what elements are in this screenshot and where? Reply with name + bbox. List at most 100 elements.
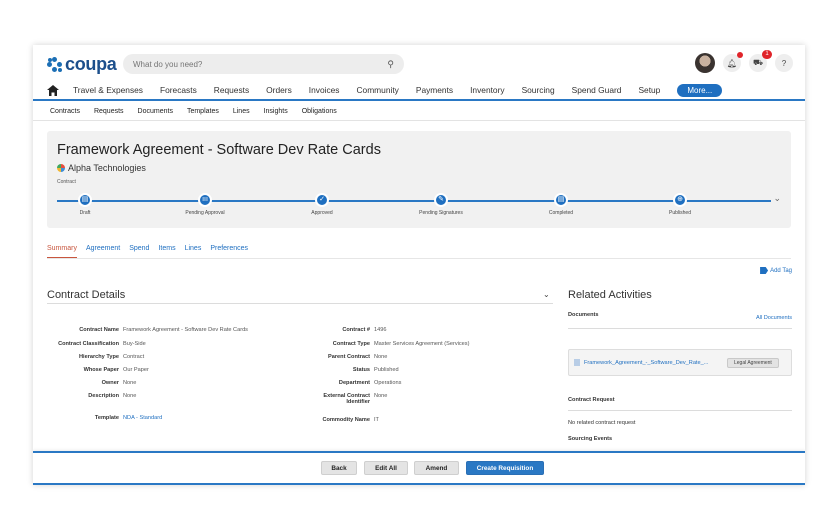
record-type: Contract <box>57 179 76 185</box>
status-step-approved: ✓ Approved <box>277 193 367 216</box>
status-step-label: Approved <box>311 210 333 216</box>
subnav-item-contracts[interactable]: Contracts <box>50 108 80 115</box>
document-card: Framework_Agreement_-_Software_Dev_Rate_… <box>568 349 792 376</box>
create-requisition-button[interactable]: Create Requisition <box>466 461 544 475</box>
home-icon[interactable] <box>47 84 59 96</box>
field-label: Whose Paper <box>83 367 119 373</box>
nav-item-orders[interactable]: Orders <box>266 85 292 95</box>
field-contract-classification: Contract Classification Buy-Side <box>47 341 146 347</box>
nav-item-invoices[interactable]: Invoices <box>309 85 340 95</box>
top-right-controls: 🔔︎ ⛟ 1 ? <box>695 50 793 73</box>
field-external-contract: External Contract Identifier None <box>310 393 387 405</box>
action-footer: Back Edit All Amend Create Requisition <box>33 451 805 485</box>
search-input[interactable] <box>133 59 388 69</box>
tab-preferences[interactable]: Preferences <box>210 245 248 258</box>
check-icon: ✓ <box>315 193 329 207</box>
nav-item-payments[interactable]: Payments <box>416 85 453 95</box>
subnav-item-requests[interactable]: Requests <box>94 108 124 115</box>
nav-item-sourcing[interactable]: Sourcing <box>522 85 555 95</box>
field-description: Description None <box>47 393 136 399</box>
help-icon: ? <box>781 58 787 68</box>
pen-icon: ✎ <box>434 193 448 207</box>
tab-items[interactable]: Items <box>158 245 175 258</box>
field-label: Contract Type <box>332 341 370 347</box>
coupa-logo[interactable]: coupa <box>47 54 117 75</box>
status-step-draft: ▤ Draft <box>40 193 130 216</box>
tab-agreement[interactable]: Agreement <box>86 245 120 258</box>
subnav-item-insights[interactable]: Insights <box>264 108 288 115</box>
nav-item-community[interactable]: Community <box>357 85 399 95</box>
subnav-item-templates[interactable]: Templates <box>187 108 219 115</box>
top-bar: coupa ⚲ 🔔︎ ⛟ 1 ? <box>33 45 805 81</box>
edit-all-button[interactable]: Edit All <box>364 461 408 475</box>
chevron-down-icon[interactable]: ⌄ <box>543 290 550 299</box>
field-value: None <box>123 380 137 386</box>
field-label: Contract # <box>342 327 370 333</box>
status-step-label: Draft <box>79 210 91 216</box>
field-contract-name: Contract Name Framework Agreement - Softw… <box>47 327 248 333</box>
field-label: Status <box>352 367 370 373</box>
divider <box>568 410 792 411</box>
related-activities-title: Related Activities <box>568 289 652 301</box>
chevron-down-icon[interactable]: ⌄ <box>773 193 781 204</box>
add-tag-button[interactable]: Add Tag <box>760 267 792 274</box>
app-window: coupa ⚲ 🔔︎ ⛟ 1 ? Travel & Expenses Foreca… <box>33 45 805 485</box>
help-button[interactable]: ? <box>775 54 793 72</box>
subnav-item-obligations[interactable]: Obligations <box>302 108 337 115</box>
field-value: Published <box>374 367 399 373</box>
main-nav: Travel & Expenses Forecasts Requests Orders… <box>33 81 805 101</box>
footer-accent <box>33 483 805 485</box>
nav-item-setup[interactable]: Setup <box>638 85 660 95</box>
tab-spend[interactable]: Spend <box>129 245 149 258</box>
field-label: Description <box>88 393 119 399</box>
nav-item-inventory[interactable]: Inventory <box>470 85 504 95</box>
cart-button[interactable]: ⛟ 1 <box>749 50 772 72</box>
field-label: Department <box>338 380 370 386</box>
document-icon: ▤ <box>554 193 568 207</box>
back-button[interactable]: Back <box>321 461 357 475</box>
search-icon[interactable]: ⚲ <box>387 59 394 70</box>
all-documents-link[interactable]: All Documents <box>756 315 792 321</box>
field-value: None <box>374 354 388 360</box>
field-value: IT <box>374 417 379 423</box>
supplier-label: Alpha Technologies <box>68 163 146 173</box>
amend-button[interactable]: Amend <box>414 461 459 475</box>
field-value: Our Paper <box>123 367 149 373</box>
nav-item-forecasts[interactable]: Forecasts <box>160 85 197 95</box>
subnav-item-documents[interactable]: Documents <box>138 108 173 115</box>
users-icon: ııı <box>198 193 212 207</box>
document-icon: ▤ <box>78 193 92 207</box>
record-tabs: Summary Agreement Spend Items Lines Preferenc… <box>47 245 791 259</box>
tab-summary[interactable]: Summary <box>47 245 77 258</box>
nav-item-requests[interactable]: Requests <box>214 85 249 95</box>
nav-item-spend-guard[interactable]: Spend Guard <box>572 85 622 95</box>
status-step-pending-signatures: ✎ Pending Signatures <box>396 193 486 216</box>
status-step-completed: ▤ Completed <box>516 193 606 216</box>
field-value: None <box>374 393 388 399</box>
contract-details-title: Contract Details <box>47 289 126 301</box>
document-link[interactable]: Framework_Agreement_-_Software_Dev_Rate_… <box>584 360 724 366</box>
field-parent-contract: Parent Contract None <box>310 354 387 360</box>
supplier-name[interactable]: Alpha Technologies <box>57 163 146 173</box>
field-value: Master Services Agreement (Services) <box>374 341 470 347</box>
field-label: Contract Classification <box>58 341 119 347</box>
field-value: Framework Agreement - Software Dev Rate … <box>123 327 248 333</box>
contract-request-heading: Contract Request <box>568 397 615 403</box>
subnav-item-lines[interactable]: Lines <box>233 108 250 115</box>
main-nav-items: Travel & Expenses Forecasts Requests Orders… <box>73 83 739 97</box>
field-hierarchy-type: Hierarchy Type Contract <box>47 354 144 360</box>
notifications-button[interactable]: 🔔︎ <box>723 52 743 72</box>
nav-item-travel-expenses[interactable]: Travel & Expenses <box>73 85 143 95</box>
field-value[interactable]: NDA - Standard <box>123 415 162 421</box>
tab-lines[interactable]: Lines <box>185 245 202 258</box>
global-search[interactable]: ⚲ <box>123 54 404 74</box>
document-type-badge: Legal Agreement <box>727 357 779 368</box>
more-button[interactable]: More... <box>677 83 723 97</box>
status-step-label: Published <box>669 210 691 216</box>
avatar[interactable] <box>695 53 715 73</box>
tag-icon <box>760 267 769 274</box>
field-whose-paper: Whose Paper Our Paper <box>47 367 149 373</box>
field-label: Contract Name <box>79 327 119 333</box>
field-label-line: Identifier <box>346 399 370 405</box>
sourcing-events-heading: Sourcing Events <box>568 436 613 442</box>
